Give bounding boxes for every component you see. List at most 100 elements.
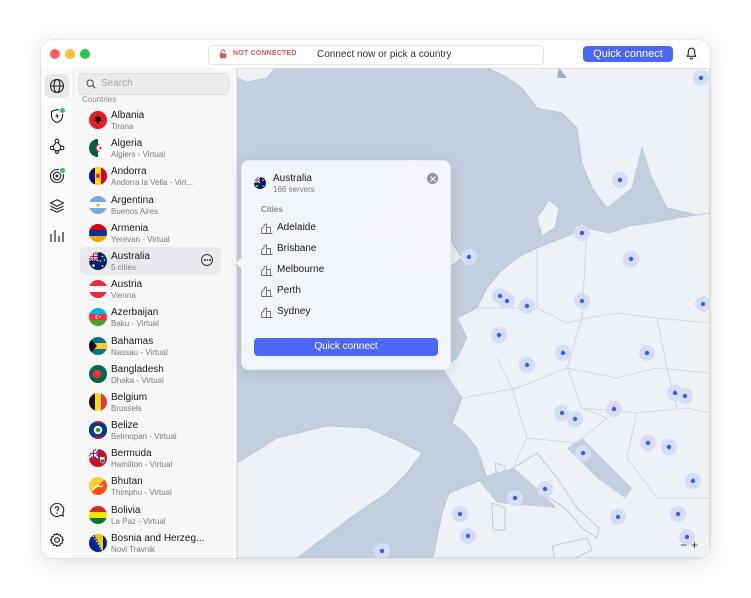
- country-name: Australia: [111, 250, 150, 262]
- country-row-bangladesh[interactable]: Bangladesh Dhaka - Virtual: [74, 360, 236, 388]
- meshnet-icon: [49, 138, 65, 154]
- city-icon: [261, 265, 273, 276]
- country-row-belize[interactable]: Belize Belmopan - Virtual: [74, 416, 236, 444]
- search-input[interactable]: [101, 76, 221, 91]
- zoom-controls: − +: [678, 538, 700, 552]
- country-row-bhutan[interactable]: Bhutan Thimphu - Virtual: [74, 472, 236, 500]
- australia-flag-icon: [89, 251, 107, 270]
- country-subtitle: Dhaka - Virtual: [111, 375, 164, 385]
- city-name: Melbourne: [277, 264, 325, 275]
- country-name: Bolivia: [111, 504, 141, 516]
- zoom-out-button[interactable]: −: [678, 538, 689, 552]
- search-icon: [86, 79, 96, 89]
- settings-icon: [49, 532, 65, 548]
- nav-statistics[interactable]: [45, 224, 69, 248]
- country-subtitle: 5 cities: [111, 262, 136, 272]
- country-row-australia[interactable]: Australia 5 cities: [80, 246, 221, 276]
- lock-icon: [219, 49, 227, 59]
- country-row-austria[interactable]: Austria Vienna: [74, 275, 236, 303]
- country-row-bermuda[interactable]: Bermuda Hamilton - Virtual: [74, 444, 236, 472]
- country-row-belgium[interactable]: Belgium Brussels: [74, 388, 236, 416]
- nav-dark-web-monitor[interactable]: [45, 164, 69, 188]
- bosnia-flag-icon: [89, 533, 107, 552]
- minimize-window-button[interactable]: [65, 49, 75, 59]
- connection-status: NOT CONNECTED: [233, 50, 297, 57]
- country-subtitle: Thimphu - Virtual: [111, 488, 172, 498]
- belgium-flag-icon: [89, 392, 107, 411]
- bolivia-flag-icon: [89, 505, 107, 524]
- country-popover: Australia 166 servers Cities Adelaide Br…: [236, 160, 451, 370]
- city-icon: [261, 307, 273, 318]
- city-name: Sydney: [277, 306, 311, 317]
- popover-arrow: [236, 257, 242, 269]
- country-subtitle: Baku - Virtual: [111, 319, 159, 329]
- country-row-algeria[interactable]: Algeria Algiers - Virtual: [74, 134, 236, 162]
- quick-connect-button[interactable]: Quick connect: [583, 46, 673, 62]
- country-name: Bosnia and Herzeg...: [111, 532, 205, 544]
- cities-heading: Cities: [261, 205, 283, 214]
- search-box[interactable]: [78, 73, 230, 95]
- country-row-bahamas[interactable]: Bahamas Nassau - Virtual: [74, 332, 236, 360]
- bangladesh-flag-icon: [89, 364, 107, 383]
- countries-sidebar: Countries Albania Tirana Algeria Algiers…: [74, 68, 237, 558]
- country-subtitle: La Paz - Virtual: [111, 516, 166, 526]
- argentina-flag-icon: [89, 195, 107, 214]
- city-name: Perth: [277, 285, 301, 296]
- layers-icon: [49, 199, 65, 213]
- country-subtitle: Tirana: [111, 122, 134, 131]
- country-row-armenia[interactable]: Armenia Yerevan - Virtual: [74, 219, 236, 247]
- bell-icon[interactable]: [686, 47, 697, 60]
- country-subtitle: Buenos Aires: [111, 206, 159, 216]
- more-options-button[interactable]: [201, 253, 213, 266]
- country-name: Bermuda: [111, 448, 152, 460]
- country-row-bosnia[interactable]: Bosnia and Herzeg... Novi Travnik: [74, 529, 236, 557]
- nav-rail: [41, 68, 74, 558]
- app-window: NOT CONNECTED Connect now or pick a coun…: [41, 40, 710, 558]
- country-name: Armenia: [111, 222, 149, 234]
- country-subtitle: Andorra la Vella - Virt...: [111, 178, 194, 188]
- country-name: Belize: [111, 420, 139, 432]
- popover-server-count: 166 servers: [273, 185, 315, 194]
- stats-icon: [50, 230, 64, 242]
- country-list: Albania Tirana Algeria Algiers - Virtual…: [74, 106, 236, 557]
- bermuda-flag-icon: [89, 449, 107, 468]
- country-subtitle: Algiers - Virtual: [111, 150, 166, 160]
- country-name: Bhutan: [111, 476, 143, 488]
- country-subtitle: Vienna: [111, 291, 136, 301]
- azerbaijan-flag-icon: [89, 308, 107, 327]
- close-window-button[interactable]: [50, 49, 60, 59]
- zoom-window-button[interactable]: [80, 49, 90, 59]
- albania-flag-icon: [89, 111, 107, 129]
- armenia-flag-icon: [89, 223, 107, 242]
- country-row-albania[interactable]: Albania Tirana: [74, 106, 236, 134]
- nav-help[interactable]: [45, 498, 69, 522]
- nav-specialty-servers[interactable]: [45, 194, 69, 218]
- country-row-azerbaijan[interactable]: Azerbaijan Baku - Virtual: [74, 303, 236, 331]
- country-name: Bangladesh: [111, 363, 164, 375]
- popover-country-name: Australia: [273, 173, 312, 184]
- country-name: Belgium: [111, 391, 148, 403]
- status-badge: [59, 167, 66, 174]
- country-name: Bahamas: [111, 335, 154, 347]
- country-subtitle: Belmopan - Virtual: [111, 432, 177, 442]
- status-badge: [59, 107, 66, 114]
- country-row-bolivia[interactable]: Bolivia La Paz - Virtual: [74, 501, 236, 529]
- city-icon: [261, 286, 273, 297]
- close-popover-button[interactable]: [427, 173, 438, 184]
- globe-icon: [49, 78, 65, 94]
- city-icon: [261, 244, 273, 255]
- nav-threat-protection[interactable]: [45, 104, 69, 128]
- country-row-argentina[interactable]: Argentina Buenos Aires: [74, 191, 236, 219]
- country-name: Andorra: [111, 166, 147, 178]
- country-subtitle: Yerevan - Virtual: [111, 234, 170, 244]
- zoom-in-button[interactable]: +: [689, 538, 700, 552]
- country-name: Argentina: [111, 194, 154, 206]
- popover-quick-connect-button[interactable]: Quick connect: [254, 338, 438, 356]
- country-row-andorra[interactable]: Andorra Andorra la Vella - Virt...: [74, 162, 236, 190]
- close-icon: [429, 175, 436, 182]
- nav-countries[interactable]: [45, 74, 69, 98]
- nav-meshnet[interactable]: [45, 134, 69, 158]
- nav-settings[interactable]: [45, 528, 69, 552]
- help-icon: [49, 502, 65, 518]
- austria-flag-icon: [89, 280, 107, 299]
